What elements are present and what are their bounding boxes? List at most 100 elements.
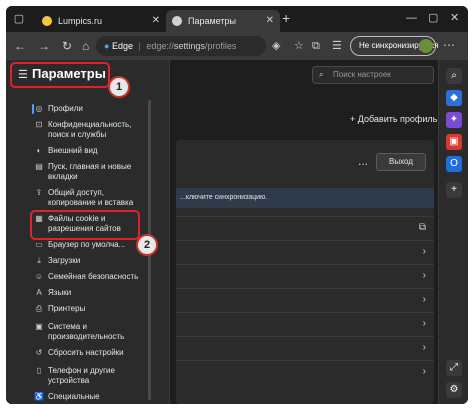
split-screen-icon[interactable]: ⧉ bbox=[312, 39, 320, 53]
settings-row[interactable]: › bbox=[176, 312, 434, 336]
settings-row[interactable]: › bbox=[176, 240, 434, 264]
sidebar-item-label: Телефон и другие устройства bbox=[48, 366, 115, 385]
close-tab-icon[interactable]: ✕ bbox=[266, 10, 274, 32]
settings-favicon-icon bbox=[172, 16, 182, 26]
browser-name: Edge bbox=[111, 41, 133, 51]
favorite-star-icon[interactable]: ☆ bbox=[294, 39, 304, 53]
reset-icon: ↺ bbox=[35, 348, 43, 357]
sidebar-item-label: Сбросить настройки bbox=[48, 348, 124, 357]
system-icon: ▣ bbox=[35, 322, 43, 331]
more-menu-icon[interactable]: ⋯ bbox=[443, 38, 455, 52]
sidebar-item-label: Семейная безопасность bbox=[48, 272, 139, 281]
collections-icon[interactable]: ☰ bbox=[332, 39, 342, 53]
tab-settings[interactable]: Параметры ✕ bbox=[166, 10, 280, 32]
settings-sidebar: ☰ Параметры 1 ◎ Профили ⊡ Конфиденциальн… bbox=[6, 60, 170, 404]
settings-content: ⌕ Поиск настроек + Добавить профиль ... … bbox=[6, 60, 438, 404]
url-tail: /profiles bbox=[204, 41, 237, 51]
tab-bar: ▢ Lumpics.ru ✕ Параметры ✕ + — ▢ ✕ bbox=[6, 6, 468, 32]
close-window-icon[interactable]: ✕ bbox=[450, 11, 459, 25]
url-separator: | bbox=[138, 41, 141, 51]
lock-icon: ⊡ bbox=[35, 120, 43, 129]
shield-icon[interactable]: ◈ bbox=[272, 39, 280, 53]
settings-gear-icon[interactable]: ⚙ bbox=[446, 382, 462, 398]
family-icon: ☺ bbox=[34, 272, 44, 281]
tab-title: Lumpics.ru bbox=[58, 16, 103, 26]
address-bar[interactable]: ● Edge | edge://settings/profiles bbox=[96, 36, 266, 56]
refresh-icon[interactable]: ↻ bbox=[62, 39, 72, 53]
tab-title: Параметры bbox=[188, 16, 236, 26]
maximize-icon[interactable]: ▢ bbox=[428, 11, 438, 25]
search-icon: ⌕ bbox=[319, 70, 324, 79]
profile-card: ... Выход ...ключите синхронизацию. ⧉ › … bbox=[176, 140, 434, 404]
add-profile-button[interactable]: + Добавить профиль bbox=[350, 114, 437, 124]
minimize-icon[interactable]: — bbox=[406, 11, 417, 25]
start-icon: ▤ bbox=[35, 162, 43, 171]
highlight-box-cookies bbox=[30, 210, 140, 240]
download-icon: ⤓ bbox=[37, 256, 41, 265]
browser-window: ▢ Lumpics.ru ✕ Параметры ✕ + — ▢ ✕ ← → ↻… bbox=[6, 6, 468, 404]
search-icon[interactable]: ⌕ bbox=[446, 68, 462, 84]
edge-logo-icon: ● bbox=[104, 41, 110, 51]
workspaces-icon[interactable]: ▢ bbox=[12, 12, 26, 26]
add-profile-label: Добавить профиль bbox=[357, 114, 438, 124]
sidebar-rail: ⌕ ◆ ✦ ▣ O + ⤢ ⚙ bbox=[438, 60, 468, 404]
tag-icon[interactable]: ◆ bbox=[446, 90, 462, 106]
external-link-icon: ⧉ bbox=[418, 222, 426, 233]
plus-icon: + bbox=[350, 114, 358, 124]
lumpics-favicon-icon bbox=[42, 16, 52, 26]
step-badge-2: 2 bbox=[136, 234, 158, 256]
profile-more-icon[interactable]: ... bbox=[358, 154, 368, 168]
printer-icon: ⎙ bbox=[35, 304, 43, 313]
share-icon: ⇪ bbox=[35, 188, 43, 197]
chevron-right-icon: › bbox=[422, 342, 426, 353]
url-path: settings bbox=[173, 41, 205, 51]
sidebar-item-label: Конфиденциальность, поиск и службы bbox=[48, 120, 132, 139]
sidebar-item-label: Система и производительность bbox=[48, 322, 125, 341]
logout-button[interactable]: Выход bbox=[376, 153, 426, 171]
settings-search-input[interactable]: ⌕ Поиск настроек bbox=[312, 66, 434, 84]
settings-row[interactable]: ⧉ bbox=[176, 216, 434, 240]
new-tab-icon[interactable]: + bbox=[282, 11, 290, 25]
home-icon[interactable]: ⌂ bbox=[82, 39, 89, 53]
chevron-right-icon: › bbox=[422, 270, 426, 281]
settings-row[interactable]: › bbox=[176, 336, 434, 360]
language-icon: A bbox=[36, 288, 42, 297]
chevron-right-icon: › bbox=[422, 294, 426, 305]
office-icon[interactable]: ▣ bbox=[446, 134, 462, 150]
settings-row[interactable]: › bbox=[176, 288, 434, 312]
forward-icon[interactable]: → bbox=[38, 39, 50, 53]
close-tab-icon[interactable]: ✕ bbox=[152, 10, 160, 32]
sidebar-item-label: Принтеры bbox=[48, 304, 86, 313]
sidebar-item-label: Внешний вид bbox=[48, 146, 98, 155]
sidebar-item-label: Языки bbox=[48, 288, 72, 297]
sync-status-button[interactable]: Не синхронизируется bbox=[350, 36, 439, 56]
appearance-icon: ◐ bbox=[36, 146, 42, 155]
search-placeholder: Поиск настроек bbox=[333, 70, 391, 79]
sidebar-item-label: Профили bbox=[48, 104, 83, 113]
chevron-right-icon: › bbox=[422, 318, 426, 329]
profile-icon: ◎ bbox=[35, 104, 43, 113]
address-row: ← → ↻ ⌂ ● Edge | edge://settings/profile… bbox=[6, 32, 468, 60]
avatar bbox=[419, 39, 433, 53]
accessibility-icon: ♿ bbox=[34, 392, 44, 401]
browser-icon: ▭ bbox=[35, 240, 43, 249]
add-icon[interactable]: + bbox=[446, 182, 462, 198]
settings-row[interactable]: › bbox=[176, 360, 434, 384]
chevron-right-icon: › bbox=[422, 366, 426, 377]
settings-row[interactable]: › bbox=[176, 264, 434, 288]
sync-banner: ...ключите синхронизацию. bbox=[176, 188, 434, 208]
step-badge-1: 1 bbox=[108, 76, 130, 98]
sidebar-item-label: Пуск, главная и новые вкладки bbox=[48, 162, 132, 181]
phone-icon: ▯ bbox=[36, 366, 42, 375]
back-icon[interactable]: ← bbox=[14, 39, 26, 53]
url-prefix: edge:// bbox=[146, 41, 174, 51]
sidebar-item-label: Загрузки bbox=[48, 256, 81, 265]
sidebar-item-label: Общий доступ, копирование и вставка bbox=[48, 188, 134, 207]
copilot-icon[interactable]: ✦ bbox=[446, 112, 462, 128]
chevron-right-icon: › bbox=[422, 246, 426, 257]
sidebar-item-label: Специальные bbox=[48, 392, 100, 401]
hide-sidebar-icon[interactable]: ⤢ bbox=[446, 360, 462, 376]
outlook-icon[interactable]: O bbox=[446, 156, 462, 172]
tab-lumpics[interactable]: Lumpics.ru ✕ bbox=[36, 10, 166, 32]
highlight-box-title bbox=[10, 62, 110, 88]
